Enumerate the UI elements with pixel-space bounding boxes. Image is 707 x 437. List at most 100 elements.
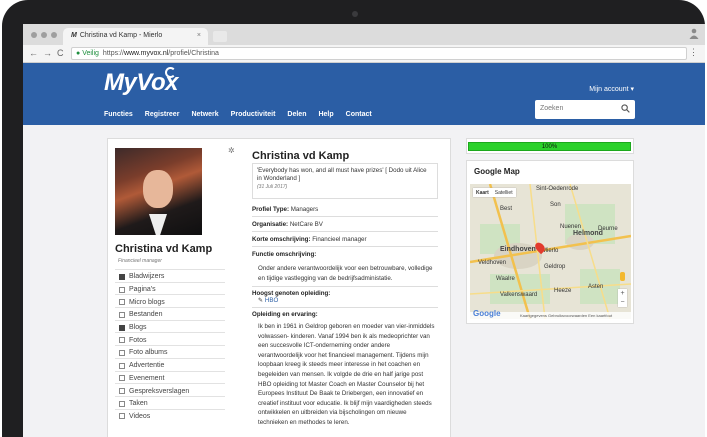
organisation-value: NetCare BV	[289, 221, 323, 228]
address-bar: ← → C ● Veilig https://www.myvox.nl/profi…	[23, 45, 705, 63]
quote-date: (31 Juli 2017)	[257, 183, 288, 190]
map-label: Heeze	[554, 288, 572, 294]
function-desc-text: Onder andere verantwoordelijk voor een b…	[258, 265, 433, 282]
sidebar-item-foto-albums[interactable]: Foto albums	[115, 345, 225, 358]
map-title: Google Map	[474, 167, 520, 176]
nav-help[interactable]: Help	[318, 111, 333, 118]
search-input[interactable]: Zoeken	[535, 100, 635, 119]
sidebar-item-paginas[interactable]: Pagina's	[115, 281, 225, 295]
profile-name: Christina vd Kamp	[115, 243, 213, 255]
pegman-icon[interactable]	[620, 272, 625, 281]
browser-menu-icon[interactable]: ⋮	[689, 47, 698, 58]
sidebar-item-label: Pagina's	[129, 286, 156, 294]
education-row: ✎ HBO	[258, 296, 436, 306]
main-nav: Functies Registreer Netwerk Productivite…	[104, 111, 372, 118]
nav-netwerk[interactable]: Netwerk	[191, 111, 218, 118]
site-header: MyVox Mijn account ▾ Zoeken Functies Reg…	[23, 63, 705, 125]
microblog-icon	[119, 299, 125, 306]
sidebar-item-videos[interactable]: Videos	[115, 408, 225, 422]
sidebar-item-taken[interactable]: Taken	[115, 395, 225, 409]
url-path: /profiel/Christina	[168, 50, 219, 57]
profile-type-value: Managers	[290, 206, 319, 213]
settings-icon[interactable]: ✲	[228, 146, 235, 155]
map-type-satellite[interactable]: Satelliet	[492, 188, 516, 197]
sidebar-item-label: Fotos	[129, 336, 147, 344]
map-label: Valkenswaard	[500, 292, 538, 298]
map-label: Geldrop	[544, 264, 566, 270]
nav-registreer[interactable]: Registreer	[145, 111, 180, 118]
map-type-map[interactable]: Kaart	[473, 188, 492, 197]
browser-tab[interactable]: M Christina vd Kamp - Mierlo ×	[63, 28, 208, 45]
back-button[interactable]: ←	[29, 48, 38, 58]
sidebar-item-evenement[interactable]: Evenement	[115, 370, 225, 384]
close-tab-icon[interactable]: ×	[197, 32, 201, 39]
zoom-controls: + −	[618, 289, 627, 307]
url-input[interactable]: ● Veilig https://www.myvox.nl/profiel/Chr…	[71, 47, 687, 60]
experience-label: Opleiding en ervaring:	[252, 311, 318, 318]
sidebar-item-label: Gespreksverslagen	[129, 387, 190, 395]
google-map[interactable]: Kaart Satelliet Sint-Oedenrode Son Best …	[470, 184, 631, 319]
task-icon	[119, 400, 125, 407]
tab-bar: M Christina vd Kamp - Mierlo ×	[23, 24, 705, 45]
sidebar-item-label: Blogs	[129, 324, 147, 332]
sidebar-item-label: Micro blogs	[129, 298, 165, 306]
map-label: Eindhoven	[500, 246, 536, 253]
reload-button[interactable]: C	[57, 48, 64, 58]
zoom-in-button[interactable]: +	[618, 289, 627, 298]
profile-photo	[115, 148, 202, 235]
google-logo[interactable]: Google	[473, 309, 501, 318]
map-label: Waalre	[496, 276, 515, 282]
sidebar-item-label: Foto albums	[129, 349, 168, 357]
education-tag[interactable]: HBO	[265, 297, 278, 304]
profile-role: Financieel manager	[118, 258, 162, 264]
new-tab-button[interactable]	[213, 31, 227, 42]
window-zoom-dot[interactable]	[51, 32, 57, 38]
logo-swirl-icon	[165, 67, 176, 78]
map-label: Best	[500, 206, 513, 212]
folder-icon	[119, 311, 125, 318]
window-close-dot[interactable]	[31, 32, 37, 38]
status-quote: 'Everybody has won, and all must have pr…	[252, 163, 438, 199]
organisation-label: Organisatie:	[252, 221, 289, 228]
forward-button[interactable]: →	[43, 48, 52, 58]
short-desc-value: Financieel manager	[312, 236, 367, 243]
blog-icon	[119, 324, 125, 331]
nav-functies[interactable]: Functies	[104, 111, 133, 118]
sidebar-item-label: Bladwijzers	[129, 273, 165, 281]
map-label: Son	[550, 202, 561, 208]
function-desc-label: Functie omschrijving:	[252, 251, 317, 258]
page-title: Christina vd Kamp	[252, 150, 350, 162]
window-minimize-dot[interactable]	[41, 32, 47, 38]
map-label: Asten	[588, 284, 604, 290]
search-icon[interactable]	[621, 104, 630, 113]
zoom-out-button[interactable]: −	[618, 298, 627, 307]
face-shape	[143, 170, 173, 208]
sidebar-item-advertentie[interactable]: Advertentie	[115, 357, 225, 371]
calendar-icon	[119, 375, 125, 382]
sidebar-item-bladwijzers[interactable]: Bladwijzers	[115, 269, 225, 282]
map-type-toggle: Kaart Satelliet	[473, 188, 516, 197]
photo-icon	[119, 337, 125, 344]
nav-contact[interactable]: Contact	[346, 111, 372, 118]
sidebar-item-label: Taken	[129, 400, 148, 408]
sidebar-item-gespreksverslagen[interactable]: Gespreksverslagen	[115, 383, 225, 396]
profile-type-label: Profiel Type:	[252, 206, 290, 213]
function-desc-field: Functie omschrijving:	[252, 251, 438, 261]
sidebar-item-micro-blogs[interactable]: Micro blogs	[115, 294, 225, 307]
profile-sidebar: Bladwijzers Pagina's Micro blogs Bestand…	[115, 269, 225, 421]
profile-type-field: Profiel Type: Managers	[252, 206, 438, 217]
ad-icon	[119, 362, 125, 369]
sidebar-item-fotos[interactable]: Fotos	[115, 332, 225, 345]
sidebar-item-label: Bestanden	[129, 311, 163, 319]
favicon-icon: M	[71, 32, 77, 39]
bookmark-icon	[119, 273, 125, 280]
short-desc-field: Korte omschrijving: Financieel manager	[252, 236, 438, 247]
nav-productiviteit[interactable]: Productiviteit	[231, 111, 276, 118]
sidebar-item-bestanden[interactable]: Bestanden	[115, 307, 225, 320]
map-label: Deurne	[598, 226, 618, 232]
sidebar-item-blogs[interactable]: Blogs	[115, 319, 225, 333]
account-menu[interactable]: Mijn account ▾	[589, 85, 634, 93]
profile-icon[interactable]	[689, 28, 699, 39]
quote-text: 'Everybody has won, and all must have pr…	[257, 167, 427, 183]
nav-delen[interactable]: Delen	[287, 111, 306, 118]
